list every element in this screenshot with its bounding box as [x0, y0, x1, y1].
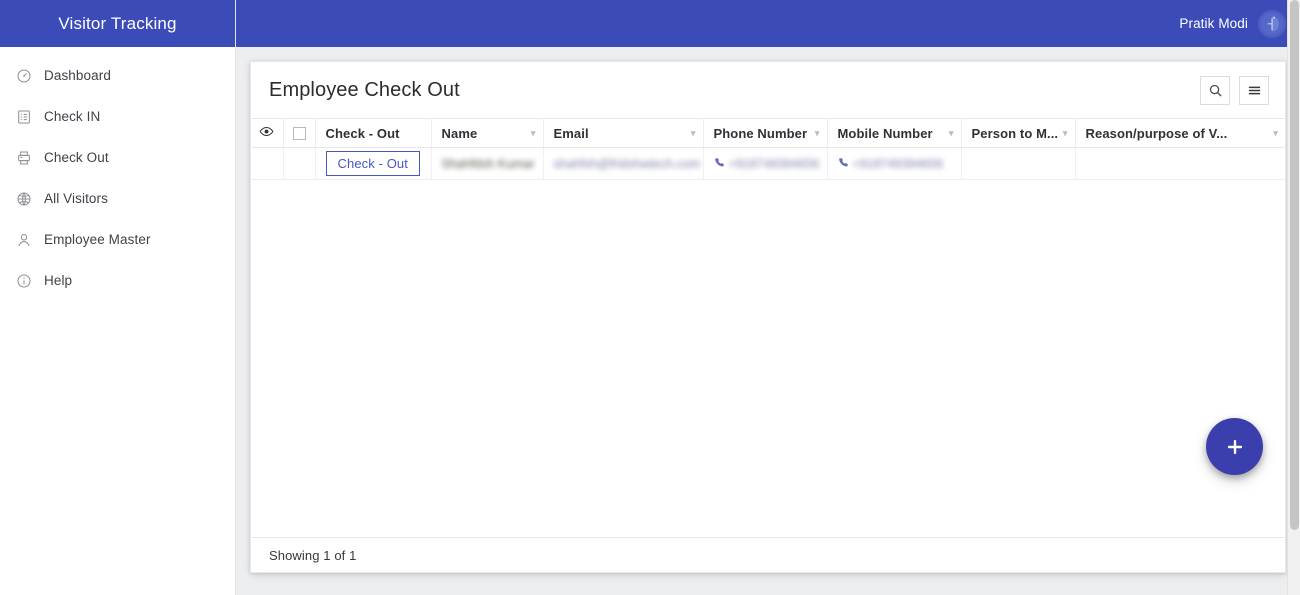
globe-icon [15, 190, 32, 207]
column-label: Phone Number [713, 125, 808, 141]
table-row[interactable]: Check - Out Shahfdsh Kumar shahfsh@frids… [251, 147, 1285, 180]
info-circle-icon [15, 272, 32, 289]
sidebar-nav: Dashboard Check IN Check Out All Visitor… [0, 47, 235, 301]
content-card: Employee Check Out Check - Out Name ▾ Em… [250, 61, 1286, 573]
column-header-email[interactable]: Email ▾ [543, 118, 704, 148]
cell-email: shahfsh@fridshwtech.com [553, 156, 701, 171]
content-area: Employee Check Out Check - Out Name ▾ Em… [236, 47, 1300, 595]
chevron-down-icon[interactable]: ▾ [949, 128, 960, 138]
search-icon [1208, 83, 1223, 98]
chevron-down-icon[interactable]: ▾ [531, 128, 542, 138]
cell-name: Shahfdsh Kumar [441, 156, 535, 171]
main-region: Pratik Modi Employee Check Out Check - O… [236, 0, 1300, 595]
column-label: Check - Out [325, 125, 400, 141]
vertical-scrollbar[interactable] [1287, 0, 1300, 595]
row-select-cell[interactable] [283, 147, 316, 180]
column-header-checkout[interactable]: Check - Out [315, 118, 432, 148]
column-header-eye[interactable] [251, 118, 284, 148]
row-name-cell: Shahfdsh Kumar [431, 147, 544, 180]
sidebar-item-label: All Visitors [44, 191, 108, 206]
column-label: Reason/purpose of V... [1085, 125, 1228, 141]
column-header-mobile-number[interactable]: Mobile Number ▾ [827, 118, 962, 148]
cell-phone: +918749394656 [728, 156, 820, 171]
form-list-icon [15, 108, 32, 125]
gauge-icon [15, 67, 32, 84]
chevron-down-icon[interactable]: ▾ [1273, 128, 1285, 138]
person-icon [15, 231, 32, 248]
row-checkout-cell[interactable]: Check - Out [315, 147, 432, 180]
check-out-button[interactable]: Check - Out [325, 151, 420, 176]
sidebar-item-help[interactable]: Help [0, 260, 235, 301]
table-header-row: Check - Out Name ▾ Email ▾ Phone Number … [251, 118, 1285, 148]
row-mobile-cell: +918749394656 [827, 147, 962, 180]
card-header: Employee Check Out [251, 62, 1285, 118]
page-title: Employee Check Out [269, 78, 460, 101]
sidebar-item-employee-master[interactable]: Employee Master [0, 219, 235, 260]
showing-count: Showing 1 of 1 [269, 547, 357, 563]
header-actions [1200, 75, 1269, 105]
brand-header: Visitor Tracking [0, 0, 235, 47]
user-name: Pratik Modi [1179, 16, 1248, 31]
scrollbar-thumb[interactable] [1290, 0, 1299, 530]
visitors-table: Check - Out Name ▾ Email ▾ Phone Number … [251, 118, 1285, 180]
sidebar-item-all-visitors[interactable]: All Visitors [0, 178, 235, 219]
phone-icon [838, 157, 849, 171]
row-email-cell: shahfsh@fridshwtech.com [543, 147, 704, 180]
eye-icon [259, 124, 274, 142]
brand-title: Visitor Tracking [58, 13, 177, 33]
row-person-to-meet-cell [961, 147, 1076, 180]
menu-button[interactable] [1239, 75, 1269, 105]
cell-mobile: +918749394656 [852, 156, 944, 171]
select-all-checkbox[interactable] [292, 126, 306, 140]
column-header-person-to-meet[interactable]: Person to M... ▾ [961, 118, 1076, 148]
avatar[interactable] [1258, 9, 1286, 38]
chevron-down-icon[interactable]: ▾ [691, 128, 702, 138]
sidebar-item-label: Dashboard [44, 68, 111, 83]
row-eye-cell[interactable] [251, 147, 284, 180]
search-button[interactable] [1200, 75, 1230, 105]
app-root: Visitor Tracking Dashboard Check IN Chec… [0, 0, 1300, 595]
sidebar-item-label: Check Out [44, 150, 109, 165]
add-button[interactable] [1206, 418, 1263, 475]
sidebar-item-check-out[interactable]: Check Out [0, 137, 235, 178]
chevron-down-icon[interactable]: ▾ [1063, 128, 1074, 138]
column-label: Name [441, 125, 478, 141]
table-container: Check - Out Name ▾ Email ▾ Phone Number … [251, 118, 1285, 537]
column-header-name[interactable]: Name ▾ [431, 118, 544, 148]
chevron-down-icon[interactable]: ▾ [815, 128, 826, 138]
row-reason-cell [1075, 147, 1285, 180]
column-label: Person to M... [971, 125, 1059, 141]
phone-icon [714, 157, 725, 171]
column-label: Email [553, 125, 589, 141]
column-header-phone-number[interactable]: Phone Number ▾ [703, 118, 828, 148]
top-bar: Pratik Modi [236, 0, 1300, 47]
card-footer: Showing 1 of 1 [251, 537, 1285, 572]
column-header-reason[interactable]: Reason/purpose of V... ▾ [1075, 118, 1285, 148]
sidebar-item-label: Employee Master [44, 232, 151, 247]
plus-icon [1224, 436, 1246, 458]
sidebar-item-dashboard[interactable]: Dashboard [0, 55, 235, 96]
sidebar-item-check-in[interactable]: Check IN [0, 96, 235, 137]
sidebar: Visitor Tracking Dashboard Check IN Chec… [0, 0, 236, 595]
sidebar-item-label: Help [44, 273, 73, 288]
column-label: Mobile Number [837, 125, 933, 141]
hamburger-menu-icon [1247, 83, 1262, 98]
sidebar-item-label: Check IN [44, 109, 101, 124]
column-header-select-all[interactable] [283, 118, 316, 148]
printer-icon [15, 149, 32, 166]
row-phone-cell: +918749394656 [703, 147, 828, 180]
